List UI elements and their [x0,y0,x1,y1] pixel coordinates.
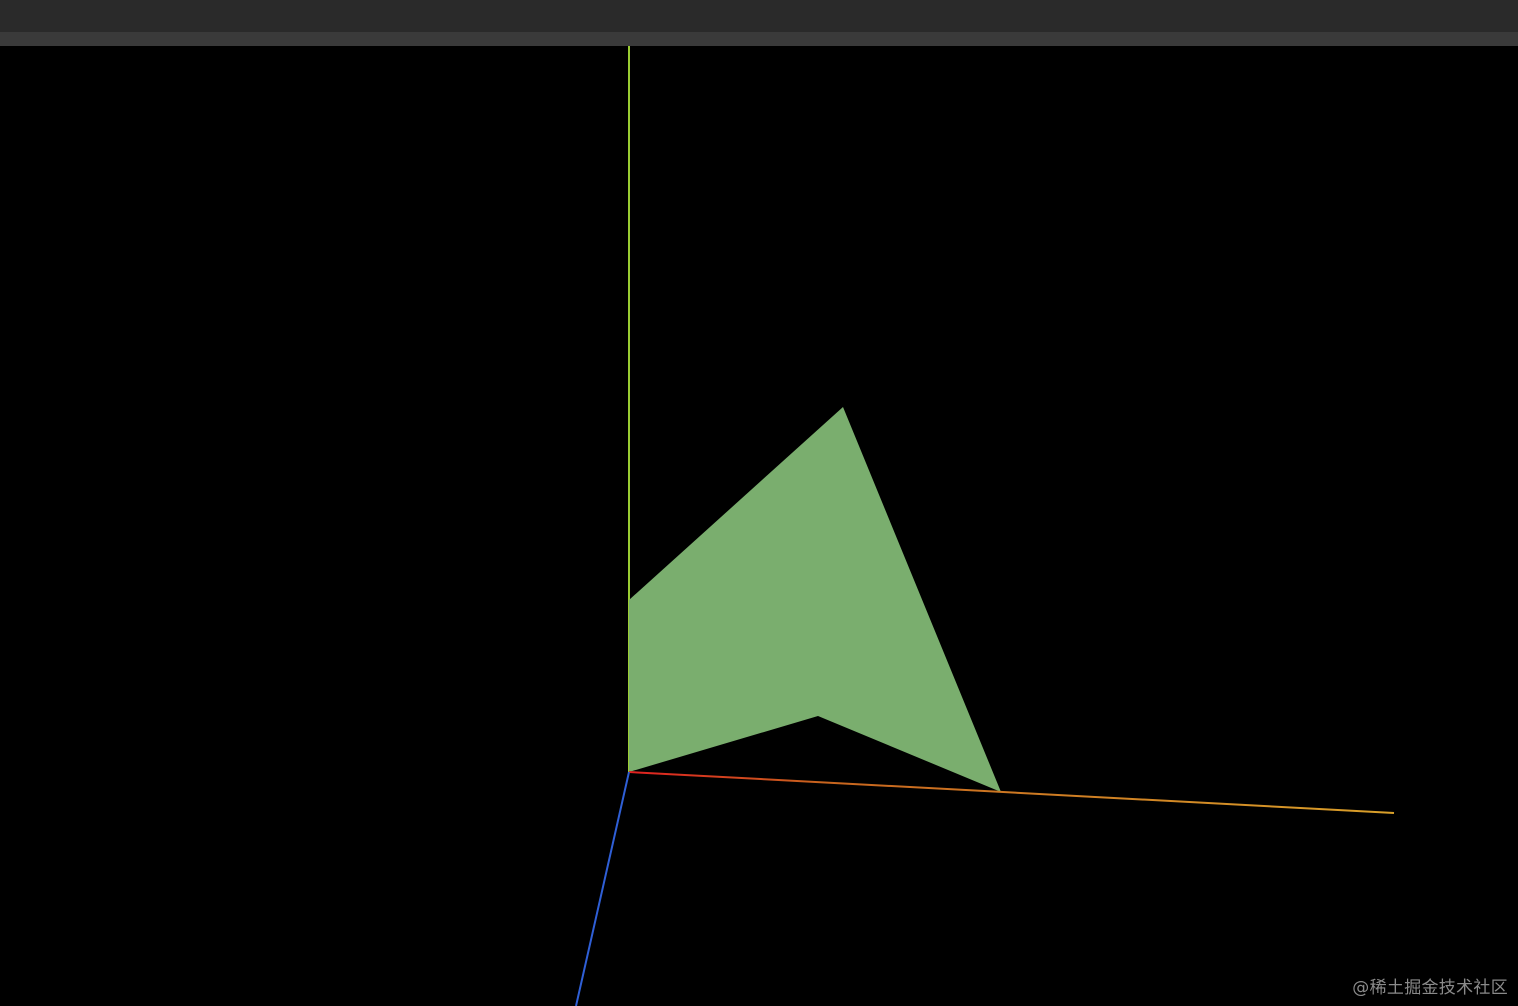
app-window: @稀土掘金技术社区 [0,0,1518,1006]
z-axis-line [575,771,630,1006]
x-axis-line [628,771,1395,814]
toolbar-strip [0,32,1518,46]
title-bar [0,0,1518,32]
3d-viewport[interactable] [0,46,1518,1006]
watermark-text: @稀土掘金技术社区 [1352,978,1508,998]
mesh-shape[interactable] [629,407,1001,792]
scene-canvas[interactable] [0,46,1518,1006]
